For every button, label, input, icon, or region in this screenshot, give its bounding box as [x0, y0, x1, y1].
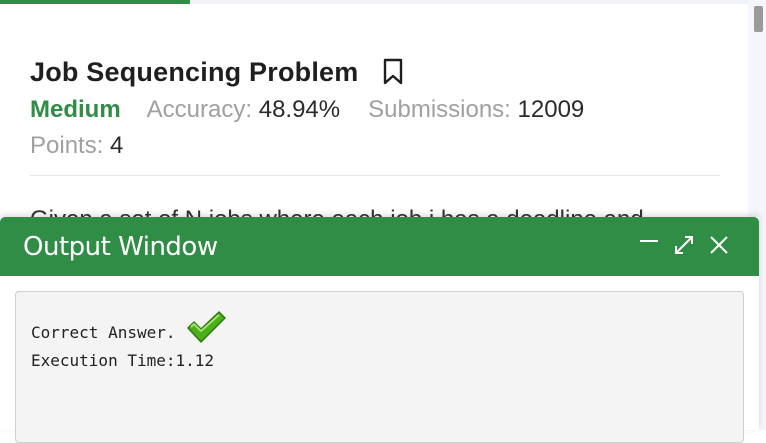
execution-time: Execution Time:1.12: [31, 351, 215, 370]
output-window: Output Window Correct Answer. Execution …: [0, 217, 759, 443]
close-icon[interactable]: [709, 235, 729, 255]
points-row: Points: 4: [30, 128, 720, 164]
divider: [30, 175, 720, 176]
points-label: Points:: [30, 132, 104, 159]
accuracy-value: 48.94%: [258, 96, 341, 123]
output-window-title: Output Window: [23, 232, 218, 262]
checkmark-icon: [186, 310, 226, 348]
problem-meta: Medium Accuracy: 48.94% Submissions: 12009: [30, 92, 720, 128]
result-line: Correct Answer.: [31, 311, 226, 348]
submissions-label: Submissions:: [368, 96, 511, 123]
minimize-icon[interactable]: [639, 235, 659, 255]
bookmark-icon[interactable]: [382, 58, 404, 86]
output-window-header: Output Window: [0, 217, 759, 276]
output-console: Correct Answer. Execution Time:1.12: [15, 291, 744, 443]
problem-title: Job Sequencing Problem: [30, 56, 359, 87]
expand-icon[interactable]: [673, 234, 695, 256]
difficulty-badge: Medium: [30, 96, 121, 123]
accuracy-label: Accuracy:: [146, 96, 253, 123]
problem-header: Job Sequencing Problem Medium Accuracy: 4…: [30, 52, 720, 164]
submissions-value: 12009: [517, 96, 585, 123]
scrollbar-thumb[interactable]: [754, 6, 763, 32]
result-text: Correct Answer.: [31, 322, 176, 342]
page-progress-bar: [0, 0, 190, 4]
points-value: 4: [110, 132, 124, 159]
window-controls: [639, 234, 729, 256]
progress-track: [190, 0, 748, 4]
